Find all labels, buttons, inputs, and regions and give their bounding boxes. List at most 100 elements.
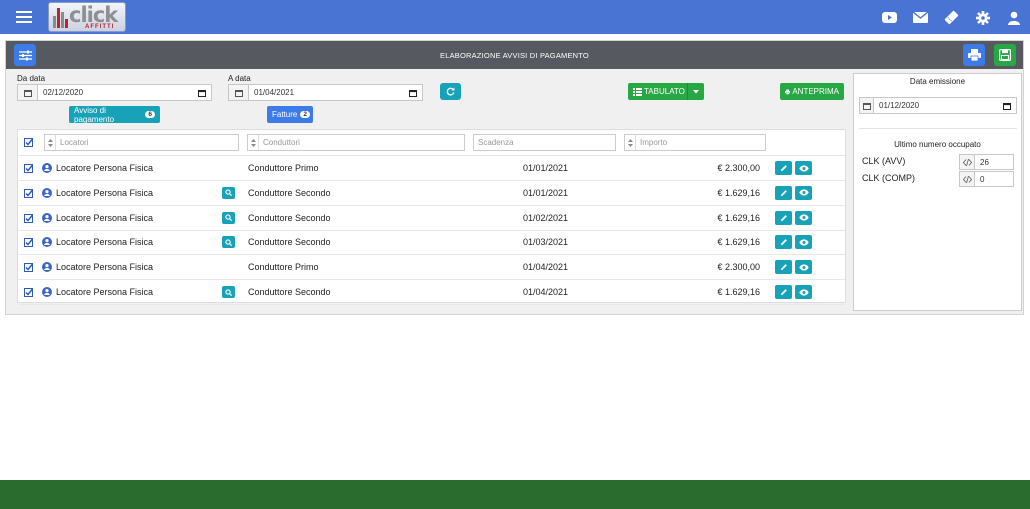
- view-button[interactable]: [795, 235, 812, 250]
- view-button[interactable]: [795, 210, 812, 225]
- view-button[interactable]: [795, 185, 812, 200]
- clk-comp-input[interactable]: 0: [959, 171, 1014, 187]
- clk-comp-label: CLK (COMP): [862, 173, 916, 183]
- pencil-icon: [780, 214, 787, 221]
- conduttore-cell: Conduttore Primo: [248, 163, 319, 173]
- eye-icon: [798, 239, 809, 246]
- to-date-input[interactable]: 01/04/2021: [228, 84, 423, 101]
- view-button[interactable]: [795, 260, 812, 275]
- conduttore-cell: Conduttore Secondo: [248, 212, 331, 223]
- avviso-label: Avviso di pagamento: [74, 105, 115, 124]
- user-icon[interactable]: [1005, 9, 1022, 26]
- importo-cell: € 1.629,16: [717, 237, 760, 248]
- importo-cell: € 2.300,00: [717, 262, 760, 273]
- anteprima-button[interactable]: ANTEPRIMA: [780, 83, 844, 100]
- scadenza-cell: 01/01/2021: [523, 187, 569, 198]
- calendar-icon: [860, 98, 874, 113]
- view-button[interactable]: [795, 285, 812, 299]
- scadenza-filter-input[interactable]: Scadenza: [473, 134, 616, 151]
- view-button[interactable]: [795, 161, 812, 175]
- pencil-icon: [780, 165, 787, 171]
- row-checkbox-icon[interactable]: [24, 263, 33, 273]
- fatture-tab[interactable]: Fatture 2: [267, 106, 313, 123]
- date-picker-icon[interactable]: [998, 102, 1016, 110]
- refresh-button[interactable]: [440, 83, 461, 100]
- conduttori-filter-input[interactable]: Conduttori: [247, 134, 465, 151]
- divider: [859, 128, 1017, 129]
- last-number-title: Ultimo numero occupato: [894, 140, 981, 149]
- importo-cell: € 1.629,16: [717, 187, 760, 198]
- emission-date-title: Data emissione: [909, 77, 966, 86]
- list-icon: [633, 87, 642, 96]
- table-row[interactable]: Locatore Persona Fisica Conduttore Secon…: [18, 206, 845, 231]
- sort-icon[interactable]: [45, 135, 56, 150]
- date-picker-icon[interactable]: [193, 89, 211, 97]
- table-row[interactable]: Locatore Persona Fisica Conduttore Secon…: [18, 230, 845, 256]
- save-button[interactable]: [994, 44, 1016, 66]
- from-date-value: 02/12/2020: [43, 88, 84, 97]
- row-checkbox-icon[interactable]: [24, 288, 33, 297]
- search-icon[interactable]: [222, 236, 235, 249]
- conduttore-cell: Conduttore Secondo: [248, 187, 331, 198]
- date-picker-icon[interactable]: [404, 89, 422, 97]
- tabulato-main[interactable]: TABULATO: [628, 83, 688, 100]
- edit-button[interactable]: [775, 285, 792, 299]
- search-icon[interactable]: [222, 286, 235, 298]
- table-filter-row: Locatori Conduttori Scadenza Importo: [18, 130, 845, 156]
- mail-icon[interactable]: [912, 9, 929, 26]
- person-icon: [42, 262, 52, 273]
- fatture-label: Fatture: [272, 110, 298, 119]
- code-icon: [960, 172, 975, 186]
- person-icon: [42, 163, 52, 173]
- row-checkbox-icon[interactable]: [24, 213, 33, 223]
- edit-button[interactable]: [775, 161, 792, 175]
- table-row[interactable]: Locatore Persona Fisica Conduttore Secon…: [18, 280, 845, 305]
- scadenza-column-header: Scadenza: [478, 138, 514, 147]
- clk-avv-input[interactable]: 26: [959, 154, 1014, 170]
- row-checkbox-icon[interactable]: [24, 188, 33, 198]
- emission-side-panel: Data emissione 01/12/2020 Ultimo numero …: [853, 73, 1022, 311]
- app-logo[interactable]: click AFFITTI: [48, 2, 126, 32]
- print-button[interactable]: [963, 44, 985, 66]
- locatore-cell: Locatore Persona Fisica: [56, 163, 154, 173]
- edit-button[interactable]: [775, 235, 792, 250]
- table-row[interactable]: Locatore Persona Fisica Conduttore Primo…: [18, 255, 845, 281]
- importo-filter-input[interactable]: Importo: [624, 134, 766, 151]
- emission-date-input[interactable]: 01/12/2020: [859, 97, 1017, 114]
- caret-down-icon[interactable]: [688, 87, 704, 96]
- eye-icon: [798, 164, 809, 172]
- row-checkbox-icon[interactable]: [24, 238, 33, 248]
- select-all-checkbox-icon[interactable]: [24, 138, 33, 147]
- youtube-icon[interactable]: [881, 9, 898, 26]
- edit-button[interactable]: [775, 260, 792, 275]
- edit-button[interactable]: [775, 185, 792, 200]
- clk-comp-value: 0: [980, 174, 985, 184]
- conduttore-cell: Conduttore Primo: [248, 262, 319, 273]
- table-row[interactable]: Locatore Persona Fisica Conduttore Secon…: [18, 181, 845, 206]
- conduttore-cell: Conduttore Secondo: [248, 237, 331, 248]
- locatore-cell: Locatore Persona Fisica: [56, 262, 154, 273]
- pencil-icon: [780, 289, 787, 295]
- table-row[interactable]: Locatore Persona Fisica Conduttore Primo…: [18, 156, 845, 181]
- row-checkbox-icon[interactable]: [24, 164, 33, 173]
- code-icon: [960, 155, 975, 169]
- search-icon[interactable]: [222, 211, 235, 224]
- person-icon: [42, 287, 52, 297]
- search-icon[interactable]: [222, 186, 235, 199]
- eye-icon: [798, 189, 809, 196]
- panel-header: ELABORAZIONE AVVISI DI PAGAMENTO: [6, 41, 1023, 69]
- tabulato-dropdown-button[interactable]: TABULATO: [628, 83, 704, 100]
- anteprima-label: ANTEPRIMA: [792, 87, 839, 96]
- sort-icon[interactable]: [248, 135, 259, 150]
- ticket-icon[interactable]: [943, 9, 960, 26]
- person-icon: [42, 237, 52, 248]
- edit-button[interactable]: [775, 210, 792, 225]
- hamburger-menu-icon[interactable]: [16, 9, 32, 25]
- avviso-pagamento-tab[interactable]: Avviso di pagamento 6: [69, 105, 160, 124]
- sort-icon[interactable]: [625, 135, 636, 150]
- locatori-filter-input[interactable]: Locatori: [44, 134, 239, 151]
- top-icons: [881, 9, 1022, 26]
- gear-icon[interactable]: [974, 9, 991, 26]
- from-date-input[interactable]: 02/12/2020: [17, 84, 212, 101]
- emission-date-value: 01/12/2020: [879, 101, 920, 110]
